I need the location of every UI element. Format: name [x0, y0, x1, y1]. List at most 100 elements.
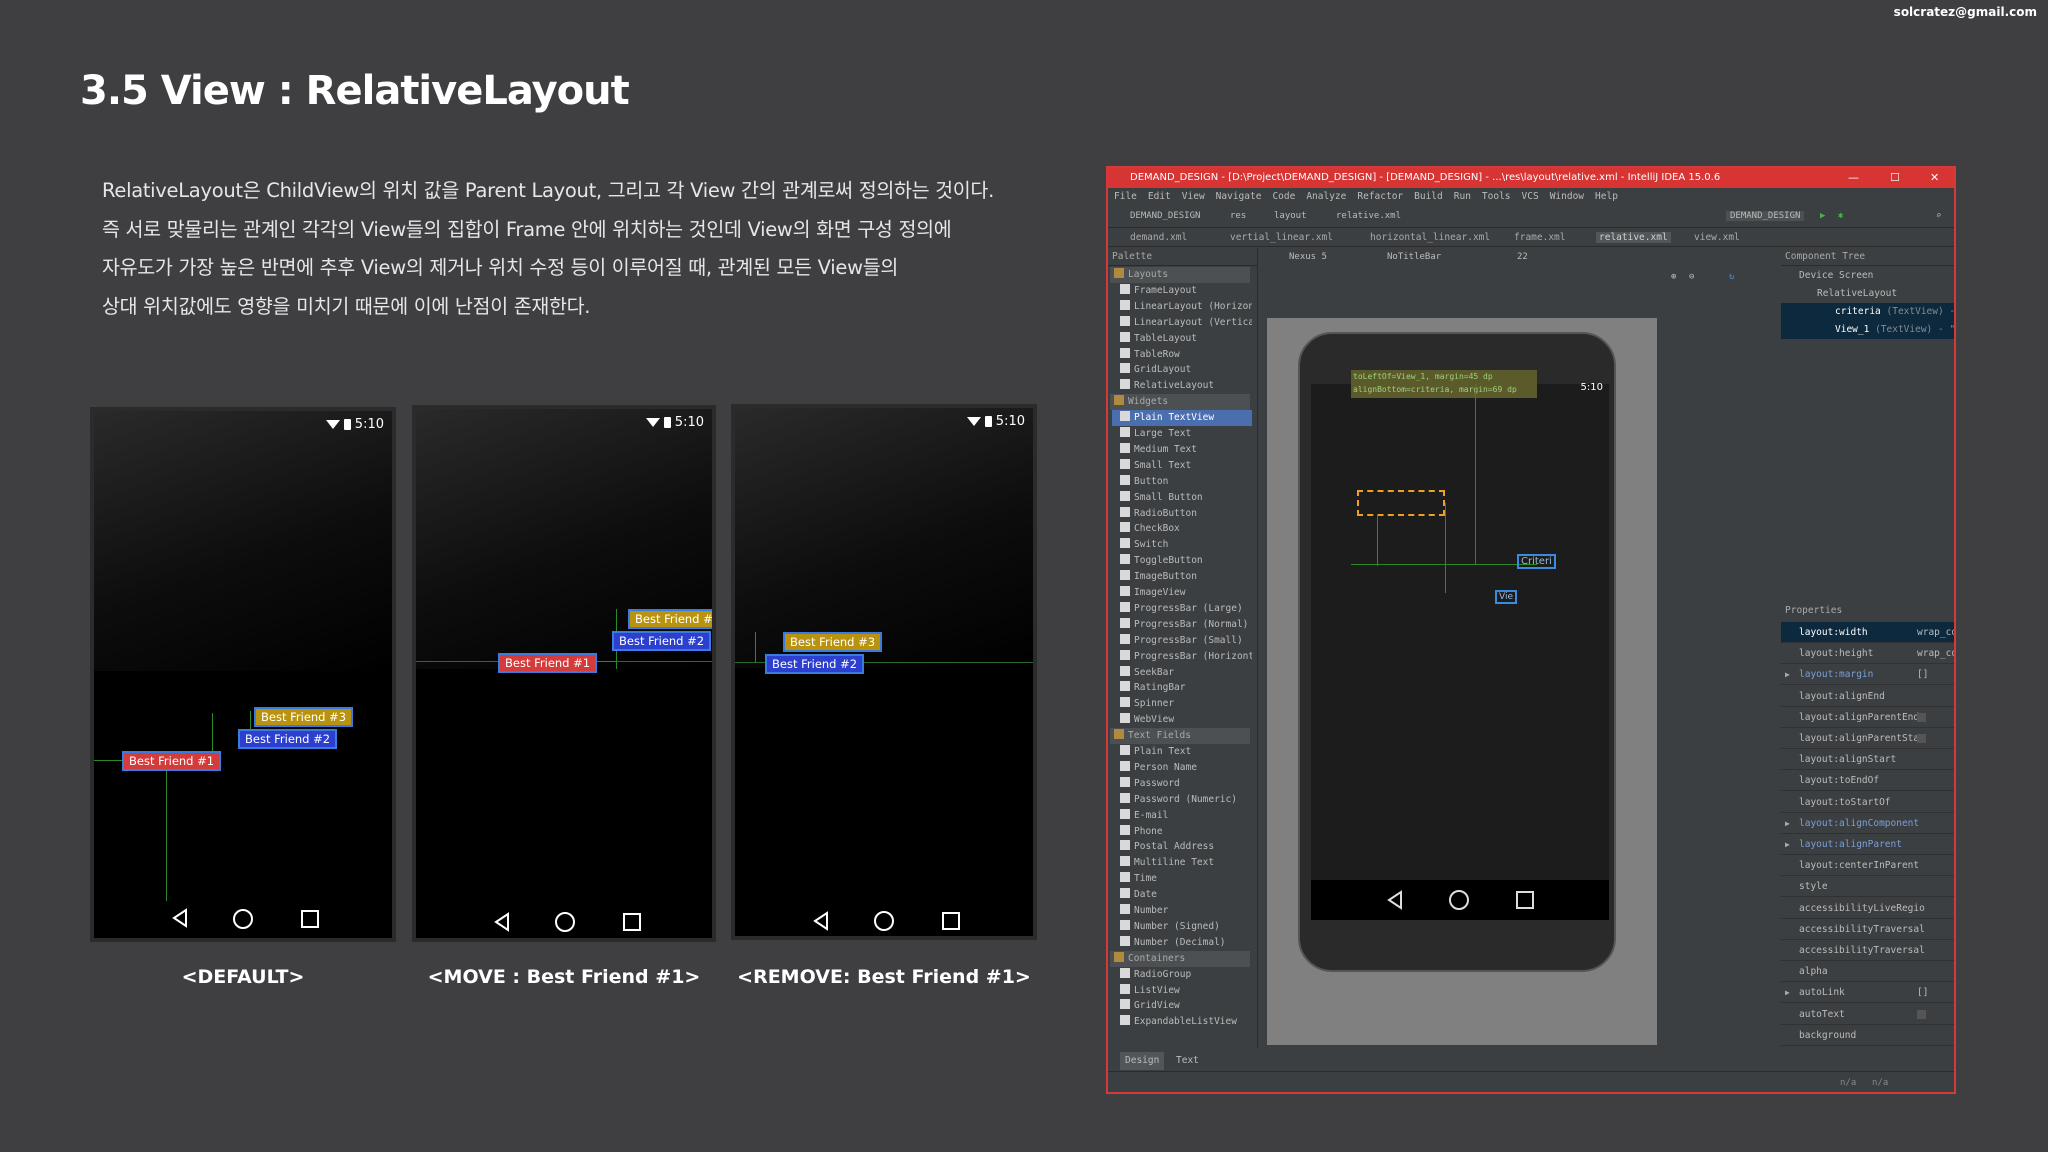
palette-item[interactable]: Large Text: [1112, 426, 1252, 442]
palette-item[interactable]: GridLayout: [1112, 362, 1252, 378]
menu-code[interactable]: Code: [1272, 191, 1295, 202]
palette-item[interactable]: ProgressBar (Normal): [1112, 617, 1252, 633]
tab-horizontal-linear[interactable]: horizontal_linear.xml: [1370, 232, 1490, 243]
breadcrumb-file[interactable]: relative.xml: [1336, 211, 1401, 221]
home-icon[interactable]: [233, 909, 253, 929]
menu-help[interactable]: Help: [1595, 191, 1618, 202]
property-row[interactable]: alpha: [1781, 961, 1954, 983]
palette-item[interactable]: Spinner: [1112, 696, 1252, 712]
palette-item[interactable]: Postal Address: [1112, 839, 1252, 855]
tab-frame[interactable]: frame.xml: [1514, 232, 1565, 243]
palette-group[interactable]: Containers: [1110, 950, 1250, 967]
palette-item[interactable]: Date: [1112, 887, 1252, 903]
refresh-icon[interactable]: ↻: [1729, 272, 1734, 282]
palette-item[interactable]: Phone: [1112, 824, 1252, 840]
palette-item[interactable]: Medium Text: [1112, 442, 1252, 458]
view-widget[interactable]: Vie: [1495, 590, 1517, 604]
tab-view[interactable]: view.xml: [1694, 232, 1740, 243]
palette-item[interactable]: ImageView: [1112, 585, 1252, 601]
property-row[interactable]: layout:alignParentStar: [1781, 728, 1954, 749]
property-value[interactable]: []: [1917, 982, 1928, 1003]
zoom-out-icon[interactable]: ⊖: [1689, 272, 1694, 282]
palette-item[interactable]: LinearLayout (Vertical: [1112, 315, 1252, 331]
menu-vcs[interactable]: VCS: [1522, 191, 1539, 202]
menu-analyze[interactable]: Analyze: [1306, 191, 1346, 202]
property-row[interactable]: layout:height wrap_content: [1781, 643, 1954, 665]
palette-item[interactable]: GridView: [1112, 998, 1252, 1014]
palette-group[interactable]: Layouts: [1110, 267, 1250, 283]
device-select[interactable]: Nexus 5: [1289, 252, 1327, 262]
palette-item[interactable]: WebView: [1112, 712, 1252, 728]
property-value[interactable]: wrap_content: [1917, 643, 1954, 664]
expand-arrow-icon[interactable]: ▶: [1785, 813, 1790, 834]
tab-relative[interactable]: relative.xml: [1596, 232, 1671, 243]
property-row[interactable]: layout:centerInParent: [1781, 855, 1954, 877]
palette-item[interactable]: Number (Signed): [1112, 919, 1252, 935]
menu-run[interactable]: Run: [1454, 191, 1471, 202]
breadcrumb-project[interactable]: DEMAND_DESIGN: [1130, 211, 1200, 221]
palette-item[interactable]: Switch: [1112, 537, 1252, 553]
close-icon[interactable]: ✕: [1930, 168, 1939, 188]
property-row[interactable]: layout:alignStart: [1781, 749, 1954, 771]
property-row[interactable]: layout:toEndOf: [1781, 770, 1954, 792]
tree-criteria[interactable]: criteria (TextView) - "Criteria": [1781, 303, 1954, 321]
palette-item[interactable]: FrameLayout: [1112, 283, 1252, 299]
property-checkbox[interactable]: [1917, 734, 1926, 743]
menu-tools[interactable]: Tools: [1482, 191, 1511, 202]
palette-item[interactable]: RelativeLayout: [1112, 378, 1252, 394]
palette-item[interactable]: ProgressBar (Large): [1112, 601, 1252, 617]
theme-select[interactable]: NoTitleBar: [1387, 252, 1441, 262]
palette-item[interactable]: Small Button: [1112, 490, 1252, 506]
palette-item[interactable]: Plain TextView: [1112, 410, 1252, 427]
api-select[interactable]: 22: [1517, 252, 1528, 262]
palette-item[interactable]: RadioGroup: [1112, 967, 1252, 983]
home-icon[interactable]: [874, 911, 894, 931]
property-row[interactable]: layout:alignEnd: [1781, 686, 1954, 707]
property-row[interactable]: layout:alignParentEnd: [1781, 707, 1954, 728]
maximize-icon[interactable]: ☐: [1890, 168, 1900, 188]
expand-arrow-icon[interactable]: ▶: [1785, 982, 1790, 1003]
property-row[interactable]: autoText: [1781, 1004, 1954, 1025]
search-icon[interactable]: ⌕: [1936, 211, 1941, 221]
palette-item[interactable]: RadioButton: [1112, 506, 1252, 522]
recents-icon[interactable]: [623, 913, 641, 931]
recents-icon[interactable]: [942, 912, 960, 930]
debug-icon[interactable]: ✱: [1838, 211, 1843, 221]
recents-icon[interactable]: [301, 910, 319, 928]
palette-item[interactable]: CheckBox: [1112, 521, 1252, 537]
property-row[interactable]: accessibilityTraversal: [1781, 940, 1954, 961]
tree-device-screen[interactable]: Device Screen: [1799, 267, 1873, 285]
palette-group[interactable]: Widgets: [1110, 394, 1250, 411]
menu-window[interactable]: Window: [1550, 191, 1584, 202]
breadcrumb-layout[interactable]: layout: [1274, 211, 1307, 221]
menu-build[interactable]: Build: [1414, 191, 1443, 202]
palette-item[interactable]: ExpandableListView: [1112, 1014, 1252, 1030]
palette-item[interactable]: Password: [1112, 776, 1252, 792]
run-config-select[interactable]: DEMAND_DESIGN: [1726, 211, 1805, 221]
property-checkbox[interactable]: [1917, 1009, 1926, 1019]
back-icon[interactable]: [813, 911, 828, 931]
property-row[interactable]: accessibilityLiveRegio: [1781, 898, 1954, 919]
run-icon[interactable]: ▶: [1820, 211, 1825, 221]
menu-file[interactable]: File: [1114, 191, 1137, 202]
palette-item[interactable]: Person Name: [1112, 760, 1252, 776]
property-row[interactable]: ▶ layout:margin []: [1781, 664, 1954, 686]
property-row[interactable]: ▶ autoLink []: [1781, 982, 1954, 1004]
palette-group[interactable]: Text Fields: [1110, 728, 1250, 745]
palette-item[interactable]: Time: [1112, 871, 1252, 887]
palette-item[interactable]: Small Text: [1112, 458, 1252, 474]
palette-item[interactable]: E-mail: [1112, 808, 1252, 824]
palette-item[interactable]: ListView: [1112, 983, 1252, 999]
palette-item[interactable]: TableLayout: [1112, 331, 1252, 347]
palette-item[interactable]: ProgressBar (Horizonta: [1112, 649, 1252, 665]
property-value[interactable]: []: [1917, 664, 1928, 685]
property-value[interactable]: wrap_content: [1917, 622, 1954, 643]
tab-demand[interactable]: demand.xml: [1130, 232, 1187, 243]
menu-refactor[interactable]: Refactor: [1357, 191, 1403, 202]
property-row[interactable]: background: [1781, 1025, 1954, 1046]
property-row[interactable]: ▶ layout:alignComponent: [1781, 813, 1954, 834]
palette-item[interactable]: Number (Decimal): [1112, 935, 1252, 951]
menu-view[interactable]: View: [1182, 191, 1205, 202]
palette-item[interactable]: Multiline Text: [1112, 855, 1252, 871]
palette-item[interactable]: TableRow: [1112, 347, 1252, 363]
